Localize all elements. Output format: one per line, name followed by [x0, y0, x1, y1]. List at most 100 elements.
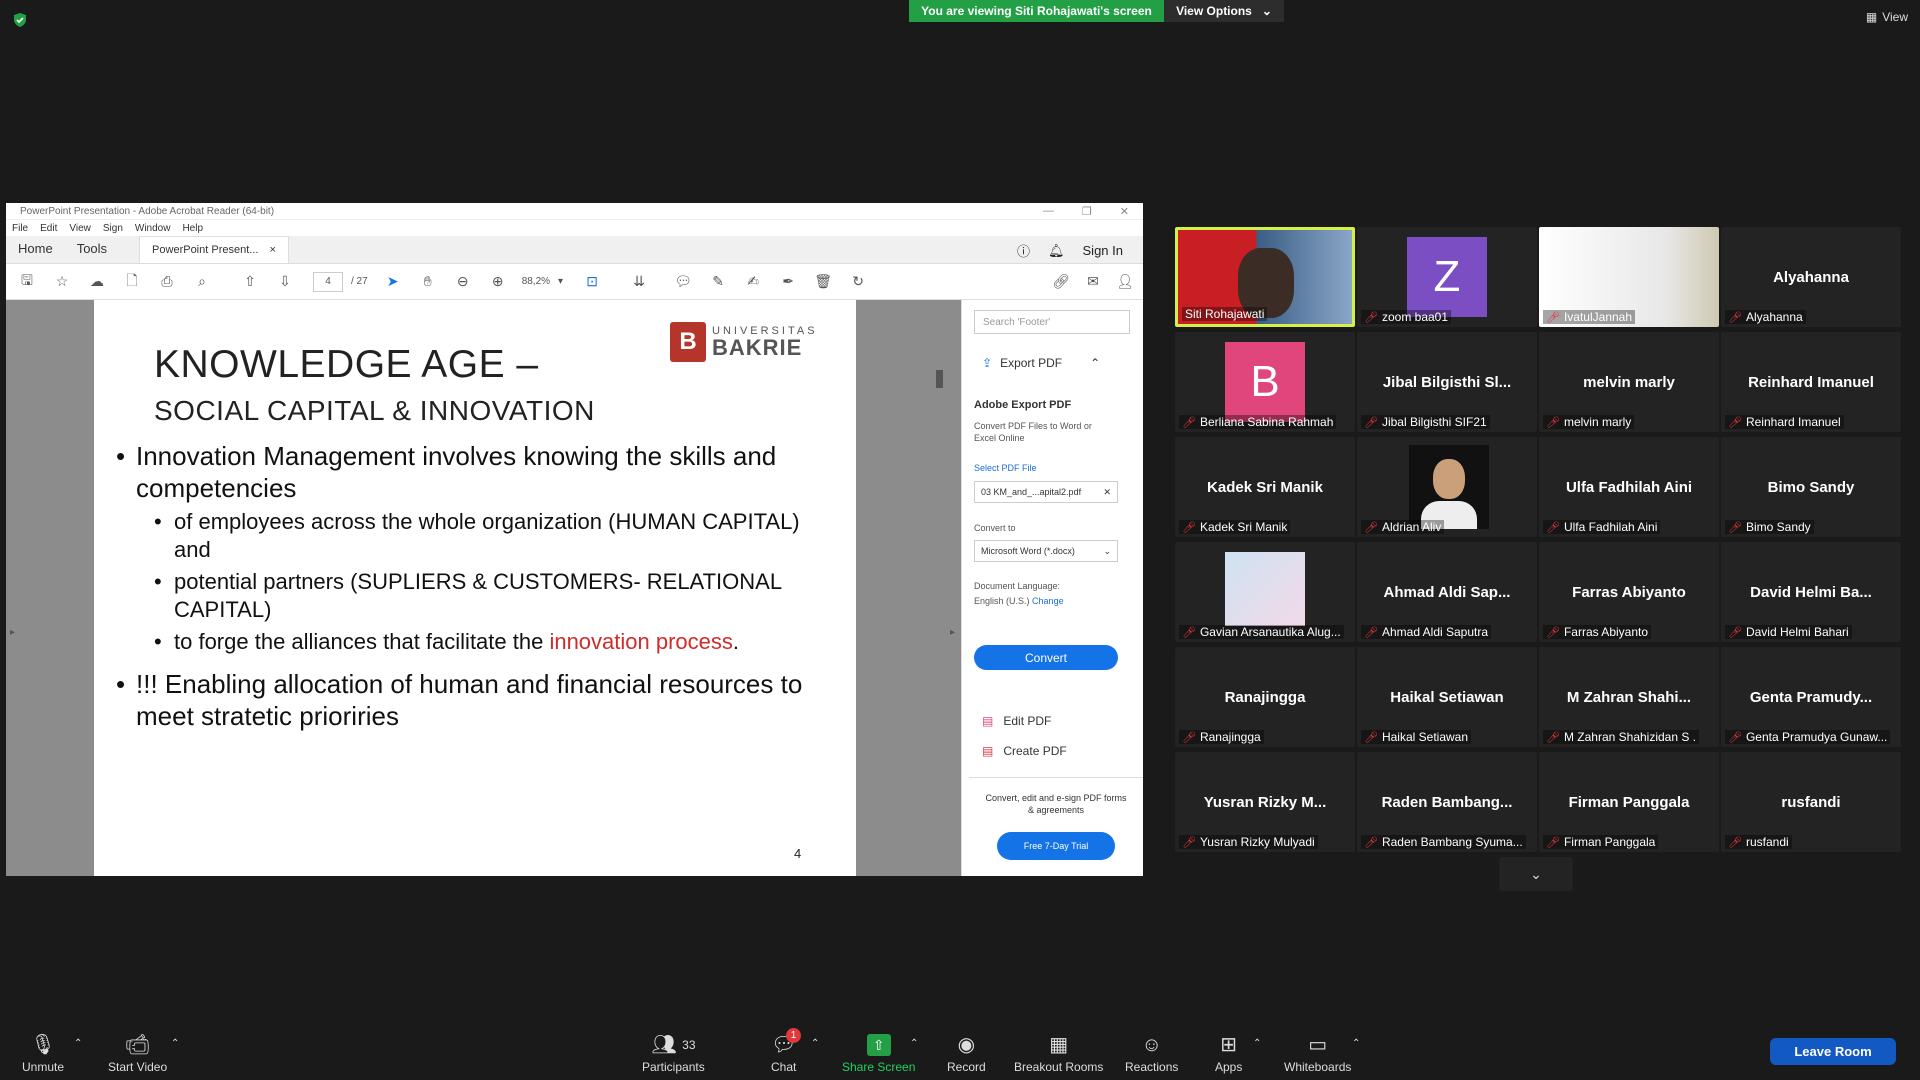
- participant-tile[interactable]: Reinhard Imanuel 🎤︎ Reinhard Imanuel: [1721, 332, 1901, 432]
- menu-file[interactable]: File: [12, 223, 28, 234]
- sign-in-button[interactable]: Sign In: [1083, 243, 1123, 258]
- menu-edit[interactable]: Edit: [40, 223, 57, 234]
- apps-options-caret[interactable]: ⌃: [1253, 1038, 1261, 1049]
- close-icon[interactable]: ✕: [1120, 205, 1129, 218]
- free-trial-button[interactable]: Free 7-Day Trial: [997, 832, 1115, 860]
- tab-tools[interactable]: Tools: [65, 241, 119, 263]
- format-dropdown[interactable]: Microsoft Word (*.docx) ⌄: [974, 540, 1118, 562]
- participant-tile[interactable]: Genta Pramudy... 🎤︎ Genta Pramudya Gunaw..…: [1721, 647, 1901, 747]
- zoom-out-icon[interactable]: ⊖: [452, 271, 474, 293]
- video-options-caret[interactable]: ⌃: [171, 1038, 179, 1049]
- help-icon[interactable]: ⓘ: [1017, 241, 1030, 260]
- participant-tile[interactable]: Ranajingga 🎤︎ Ranajingga: [1175, 647, 1355, 747]
- scroll-mode-icon[interactable]: ⇊: [628, 271, 650, 293]
- upload-cloud-icon[interactable]: ☁︎: [86, 271, 108, 293]
- participant-tile[interactable]: Bimo Sandy 🎤︎ Bimo Sandy: [1721, 437, 1901, 537]
- breakout-rooms-button[interactable]: ▦ Breakout Rooms: [1014, 1034, 1103, 1074]
- participant-tile[interactable]: B 🎤︎ Berliana Sabina Rahmah: [1175, 332, 1355, 432]
- menu-help[interactable]: Help: [182, 223, 203, 234]
- record-button[interactable]: ◉ Record: [947, 1034, 986, 1074]
- unmute-button[interactable]: 🎙︎ Unmute: [22, 1034, 64, 1074]
- email-icon[interactable]: ✉︎: [1082, 271, 1104, 293]
- menu-view[interactable]: View: [69, 223, 91, 234]
- page-up-icon[interactable]: ⇧: [239, 271, 261, 293]
- right-panel-toggle-icon[interactable]: ▸: [950, 627, 955, 638]
- security-shield-icon[interactable]: [12, 12, 28, 28]
- tab-close-icon[interactable]: ×: [270, 244, 276, 256]
- clear-file-icon[interactable]: ✕: [1103, 487, 1111, 498]
- participants-button[interactable]: 👥︎ 33 Participants: [642, 1034, 705, 1074]
- change-language-link[interactable]: Change: [1032, 596, 1064, 606]
- participant-tile[interactable]: Alyahanna 🎤︎ Alyahanna: [1721, 227, 1901, 327]
- participant-tile[interactable]: Jibal Bilgisthi Sl... 🎤︎ Jibal Bilgisthi S…: [1357, 332, 1537, 432]
- view-button[interactable]: ▦ View: [1866, 10, 1908, 24]
- convert-button[interactable]: Convert: [974, 645, 1118, 670]
- menu-sign[interactable]: Sign: [103, 223, 123, 234]
- account-icon[interactable]: 👤︎: [1114, 271, 1136, 293]
- participant-tile[interactable]: Z 🎤︎ zoom baa01: [1357, 227, 1537, 327]
- participant-tile[interactable]: 🎤︎Siti Rohajawati: [1175, 227, 1355, 327]
- share-options-caret[interactable]: ⌃: [910, 1038, 918, 1049]
- restore-icon[interactable]: ❐: [1082, 205, 1092, 218]
- chat-options-caret[interactable]: ⌃: [811, 1038, 819, 1049]
- participant-tile[interactable]: 🎤︎ Gavian Arsanautika Alug...: [1175, 542, 1355, 642]
- document-icon[interactable]: 🗋︎: [121, 271, 143, 293]
- page-down-icon[interactable]: ⇩: [274, 271, 296, 293]
- zoom-search-icon[interactable]: ⌕: [191, 271, 213, 293]
- export-pdf-header[interactable]: ⇪ Export PDF ⌃: [982, 356, 1100, 370]
- view-options-button[interactable]: View Options ⌄: [1164, 0, 1284, 22]
- participant-tile[interactable]: Yusran Rizky M... 🎤︎ Yusran Rizky Mulyadi: [1175, 752, 1355, 852]
- participant-tile[interactable]: David Helmi Ba... 🎤︎ David Helmi Bahari: [1721, 542, 1901, 642]
- vertical-scrollbar-thumb[interactable]: [936, 370, 943, 388]
- participant-tile[interactable]: Farras Abiyanto 🎤︎ Farras Abiyanto: [1539, 542, 1719, 642]
- delete-icon[interactable]: 🗑︎: [812, 271, 834, 293]
- participant-tile[interactable]: M Zahran Shahi... 🎤︎ M Zahran Shahizidan S…: [1539, 647, 1719, 747]
- tab-document[interactable]: PowerPoint Present... ×: [139, 236, 289, 263]
- edit-pdf-tool[interactable]: ▤ Edit PDF: [982, 714, 1051, 728]
- tab-home[interactable]: Home: [6, 241, 65, 263]
- zoom-in-icon[interactable]: ⊕: [487, 271, 509, 293]
- start-video-button[interactable]: 📹︎ Start Video: [108, 1034, 167, 1074]
- zoom-select[interactable]: 88,2% ▾: [522, 276, 563, 287]
- audio-options-caret[interactable]: ⌃: [74, 1038, 82, 1049]
- document-viewport[interactable]: ▸ KNOWLEDGE AGE – SOCIAL CAPITAL & INNOV…: [6, 300, 961, 876]
- draw-icon[interactable]: ✍︎: [742, 271, 764, 293]
- whiteboards-button[interactable]: ▭ Whiteboards: [1284, 1034, 1351, 1074]
- left-panel-toggle-icon[interactable]: ▸: [10, 627, 15, 638]
- share-link-icon[interactable]: 🔗︎: [1050, 271, 1072, 293]
- selected-file-field[interactable]: 03 KM_and_...apital2.pdf ✕: [974, 481, 1118, 503]
- save-icon[interactable]: 🖫︎: [16, 271, 38, 293]
- panel-search-input[interactable]: Search 'Footer': [974, 310, 1130, 334]
- participant-tile[interactable]: Ulfa Fadhilah Aini 🎤︎ Ulfa Fadhilah Aini: [1539, 437, 1719, 537]
- participant-tile[interactable]: rusfandi 🎤︎ rusfandi: [1721, 752, 1901, 852]
- apps-button[interactable]: ⊞ Apps: [1215, 1034, 1242, 1074]
- select-cursor-icon[interactable]: ➤: [382, 271, 404, 293]
- create-pdf-tool[interactable]: ▤ Create PDF: [982, 744, 1067, 758]
- rotate-icon[interactable]: ↻: [847, 271, 869, 293]
- highlight-pen-icon[interactable]: ✎: [707, 271, 729, 293]
- gallery-next-page-button[interactable]: ⌄: [1499, 857, 1573, 891]
- reactions-button[interactable]: ☺ Reactions: [1125, 1034, 1178, 1074]
- fit-page-icon[interactable]: ⊡: [581, 271, 603, 293]
- participant-tile[interactable]: Ahmad Aldi Sap... 🎤︎ Ahmad Aldi Saputra: [1357, 542, 1537, 642]
- whiteboard-options-caret[interactable]: ⌃: [1352, 1038, 1360, 1049]
- select-pdf-link[interactable]: Select PDF File: [974, 463, 1037, 473]
- menu-window[interactable]: Window: [135, 223, 171, 234]
- participant-tile[interactable]: Kadek Sri Manik 🎤︎ Kadek Sri Manik: [1175, 437, 1355, 537]
- fill-sign-icon[interactable]: ✒︎: [777, 271, 799, 293]
- page-number-input[interactable]: 4: [313, 271, 343, 292]
- share-screen-button[interactable]: ⇧ Share Screen: [842, 1034, 915, 1074]
- participant-tile[interactable]: Firman Panggala 🎤︎ Firman Panggala: [1539, 752, 1719, 852]
- hand-tool-icon[interactable]: ✋︎: [417, 271, 439, 293]
- bell-icon[interactable]: 🔔︎: [1048, 243, 1065, 259]
- minimize-icon[interactable]: —: [1043, 205, 1054, 218]
- leave-room-button[interactable]: Leave Room: [1770, 1038, 1896, 1065]
- comment-icon[interactable]: 💬︎: [672, 271, 694, 293]
- participant-tile[interactable]: melvin marly 🎤︎ melvin marly: [1539, 332, 1719, 432]
- participant-tile[interactable]: Haikal Setiawan 🎤︎ Haikal Setiawan: [1357, 647, 1537, 747]
- star-icon[interactable]: ☆: [51, 271, 73, 293]
- participant-tile[interactable]: Raden Bambang... 🎤︎ Raden Bambang Syuma...: [1357, 752, 1537, 852]
- participant-tile[interactable]: 🎤︎ Aldrian Aliv: [1357, 437, 1537, 537]
- print-icon[interactable]: ⎙: [156, 271, 178, 293]
- participant-tile[interactable]: 🎤︎ IvatulJannah: [1539, 227, 1719, 327]
